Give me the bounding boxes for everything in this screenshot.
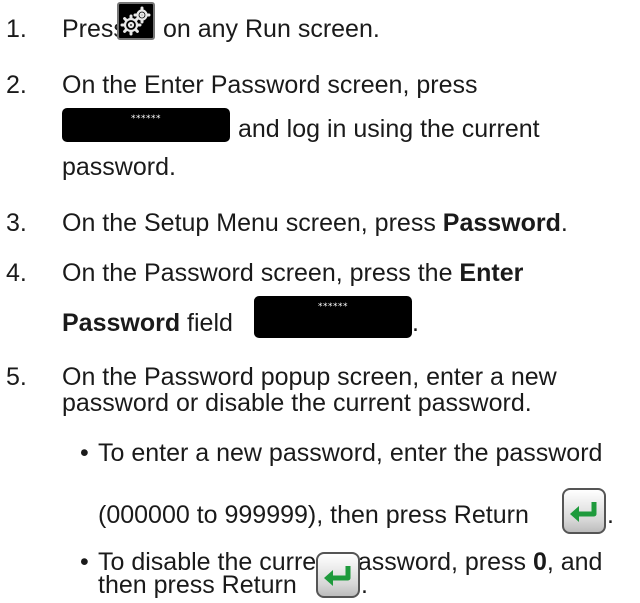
step-text: password. [62, 153, 176, 181]
step-number: 5. [6, 363, 27, 391]
step-text: On the Setup Menu screen, press [62, 209, 443, 237]
step-1-tail: on any Run screen. [163, 14, 380, 44]
step-3: 3. On the Setup Menu screen, press Passwo… [6, 208, 568, 238]
step-number: 2. [6, 71, 27, 99]
bullet-text: To enter a new password, enter the passw… [98, 439, 603, 467]
step-2: 2. On the Enter Password screen, press [6, 70, 477, 100]
step-text: On the Password screen, press the [62, 259, 460, 287]
step-text: field [180, 309, 233, 337]
step-5-line2: password or disable the current password… [62, 388, 532, 418]
step-4-line2: Password field [62, 308, 233, 338]
step-2-line3: password. [62, 152, 176, 182]
step-number: 4. [6, 259, 27, 287]
bullet-text: then press Return [98, 571, 297, 599]
settings-gears-icon [117, 2, 155, 40]
bullet-symbol: • [80, 439, 89, 467]
return-icon [562, 488, 606, 534]
step-text: On the Password popup screen, enter a ne… [62, 363, 557, 391]
bullet-text: (000000 to 999999), then press Return [98, 501, 529, 529]
bullet-text: , and [546, 548, 603, 576]
bullet-text: . [607, 501, 614, 529]
step-number: 3. [6, 209, 27, 237]
step-text: . [412, 309, 419, 337]
bullet-text-bold: 0 [532, 548, 547, 576]
bullet-1: • To enter a new password, enter the pass… [80, 438, 602, 468]
step-text-bold: Password [62, 309, 181, 337]
return-icon [316, 552, 360, 598]
step-4: 4. On the Password screen, press the Ente… [6, 258, 523, 288]
password-mask: ****** [318, 302, 348, 312]
bullet-text: . [361, 571, 368, 599]
step-4-end: . [412, 308, 419, 338]
step-text-bold: Enter [459, 259, 524, 287]
step-text-bold: Password [442, 209, 561, 237]
step-text: and log in using the current [238, 115, 540, 143]
step-number: 1. [6, 15, 27, 43]
step-text: . [560, 209, 568, 237]
bullet-1-end: . [607, 500, 614, 530]
bullet-1-line2: (000000 to 999999), then press Return [98, 500, 529, 530]
password-field: ****** [254, 296, 412, 338]
bullet-2-end: . [361, 570, 368, 600]
bullet-symbol: • [80, 548, 89, 576]
step-2-line2: and log in using the current [238, 114, 540, 144]
password-field: ****** [62, 108, 230, 142]
step-text: password or disable the current password… [62, 389, 532, 417]
step-1: 1. Press [6, 14, 126, 44]
step-text: on any Run screen. [163, 15, 380, 43]
step-text: On the Enter Password screen, press [62, 71, 478, 99]
bullet-2-line2: then press Return [98, 570, 297, 600]
password-mask: ****** [131, 114, 161, 124]
